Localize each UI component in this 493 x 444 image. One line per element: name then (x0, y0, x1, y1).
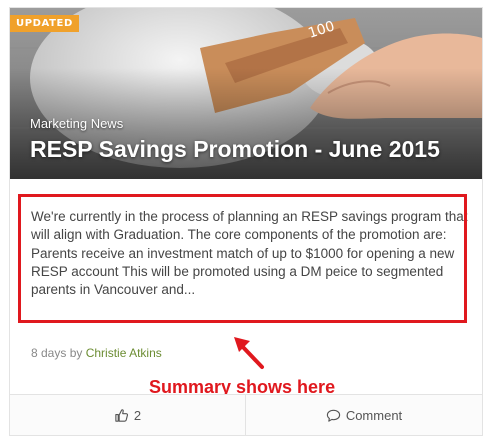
comment-label: Comment (345, 408, 403, 423)
comment-button[interactable]: Comment (246, 395, 482, 435)
thumbs-up-icon (115, 409, 128, 422)
hero-image[interactable]: 100 UPDATED Marketing News RESP Savings … (10, 8, 482, 179)
post-title[interactable]: RESP Savings Promotion - June 2015 (30, 136, 440, 163)
action-bar: 2 Comment (10, 394, 482, 435)
like-button[interactable]: 2 (10, 395, 246, 435)
post-meta: 8 days by Christie Atkins (31, 346, 162, 360)
like-count: 2 (133, 408, 142, 423)
category-label[interactable]: Marketing News (30, 116, 123, 131)
author-link[interactable]: Christie Atkins (86, 346, 162, 360)
updated-badge: UPDATED (10, 15, 79, 32)
annotation-arrow-icon (234, 337, 264, 369)
news-card[interactable]: 100 UPDATED Marketing News RESP Savings … (9, 7, 483, 436)
post-age: 8 days by (31, 346, 83, 360)
summary-highlight-box (18, 194, 467, 323)
comment-icon (326, 409, 340, 422)
